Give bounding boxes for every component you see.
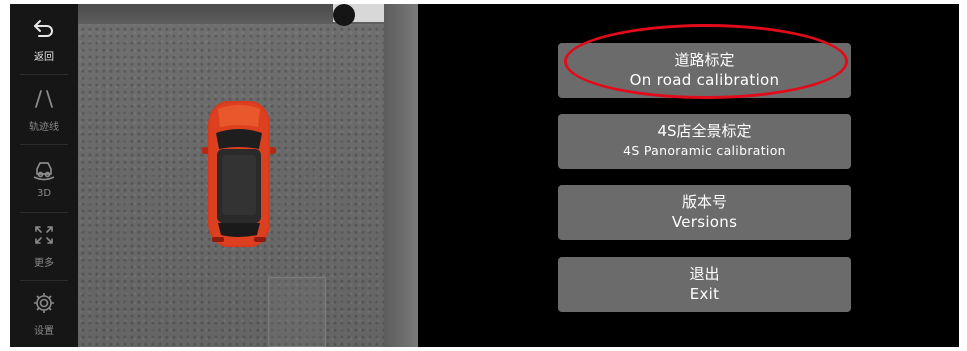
sidebar-item-label: 3D [36,187,52,199]
expand-icon [35,225,53,244]
sidebar-item-settings[interactable]: 设置 [10,278,78,347]
neighbor-car-tire [333,4,355,26]
versions-button[interactable]: 版本号 Versions [558,185,851,240]
exit-button[interactable]: 退出 Exit [558,257,851,312]
car-icon [202,101,276,247]
button-label-zh: 版本号 [681,193,727,211]
ego-car-topview [202,97,276,251]
left-sidebar: 返回 轨迹线 3D 更多 设置 [10,4,78,347]
trajectory-lines-icon [35,89,53,108]
sidebar-item-label: 返回 [34,51,54,63]
button-label-zh: 4S店全景标定 [657,122,752,140]
sidebar-item-label: 更多 [34,257,54,269]
infotainment-screen: 返回 轨迹线 3D 更多 设置 道路标定 On road calibration… [10,4,959,347]
panoramic-calibration-button[interactable]: 4S店全景标定 4S Panoramic calibration [558,114,851,169]
road-edge [384,4,418,347]
gear-icon [34,292,54,313]
button-label-en: 4S Panoramic calibration [623,143,786,158]
sidebar-item-label: 轨迹线 [29,121,59,133]
button-label-en: Exit [689,285,720,303]
sidebar-item-back[interactable]: 返回 [10,4,78,74]
sidebar-item-more[interactable]: 更多 [10,210,78,280]
back-arrow-icon [34,19,53,37]
button-label-en: Versions [671,213,738,231]
button-label-zh: 道路标定 [674,51,735,69]
surround-camera-view [78,4,418,347]
sidebar-item-label: 设置 [34,325,54,337]
sidebar-item-3d[interactable]: 3D [10,142,78,212]
button-label-zh: 退出 [689,265,720,283]
3d-car-icon [33,161,55,180]
sidebar-item-trajectory[interactable]: 轨迹线 [10,74,78,144]
on-road-calibration-button[interactable]: 道路标定 On road calibration [558,43,851,98]
pavement-patch [268,277,326,347]
calibration-menu: 道路标定 On road calibration 4S店全景标定 4S Pano… [418,4,959,347]
button-label-en: On road calibration [629,71,780,89]
